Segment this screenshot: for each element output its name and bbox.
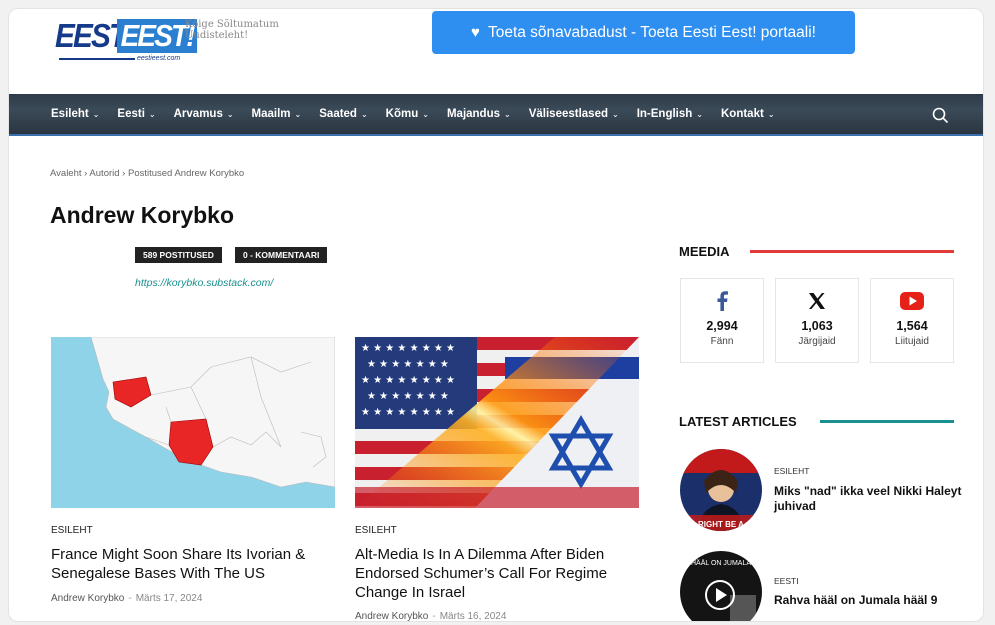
author-website-link[interactable]: https://korybko.substack.com/ (135, 277, 273, 289)
svg-text:★ ★ ★ ★ ★ ★ ★ ★: ★ ★ ★ ★ ★ ★ ★ ★ (361, 375, 455, 386)
nav-label: Arvamus (173, 108, 223, 120)
nav-item-kontakt[interactable]: Kontakt ⌄ (721, 108, 775, 120)
post-date: Märts 16, 2024 (439, 611, 507, 622)
chevron-down-icon: ⌄ (294, 109, 302, 119)
nav-item-arvamus[interactable]: Arvamus ⌄ (174, 108, 234, 120)
nav-label: Majandus (446, 108, 501, 120)
nav-item-valiseestlased[interactable]: Väliseestlased ⌄ (529, 108, 619, 120)
post-meta: Andrew Korybko - Märts 17, 2024 (51, 593, 202, 604)
svg-text:★ ★ ★ ★ ★ ★ ★: ★ ★ ★ ★ ★ ★ ★ (367, 391, 449, 402)
social-x[interactable]: 1,063 Järgijaid (775, 278, 859, 363)
post-category[interactable]: ESILEHT (355, 525, 397, 536)
post-date: Märts 17, 2024 (135, 593, 203, 604)
chevron-down-icon: ⌄ (504, 109, 511, 119)
chevron-down-icon: ⌄ (696, 109, 703, 119)
nav-item-eesti[interactable]: Eesti ⌄ (117, 108, 155, 120)
social-youtube[interactable]: 1,564 Liitujaid (870, 278, 954, 363)
post-thumbnail-map[interactable] (51, 337, 335, 508)
heart-icon: ♥ (471, 24, 480, 41)
svg-text:★ ★ ★ ★ ★ ★ ★: ★ ★ ★ ★ ★ ★ ★ (367, 359, 449, 370)
article-thumbnail-video[interactable]: HÄÄL ON JUMALA (680, 551, 762, 621)
breadcrumb[interactable]: Avaleht › Autorid › Postitused Andrew Ko… (50, 168, 244, 179)
thumb-caption: HÄÄL ON JUMALA (691, 559, 751, 567)
youtube-count: 1,564 (896, 319, 928, 333)
nav-item-maailm[interactable]: Maailm ⌄ (252, 108, 302, 120)
nav-label: Esileht (51, 108, 89, 120)
nav-label: Saated (319, 108, 357, 120)
x-count: 1,063 (801, 319, 833, 333)
posts-count-badge: 589 POSTITUSED (135, 247, 222, 263)
chevron-down-icon: ⌄ (422, 109, 429, 119)
post-title[interactable]: France Might Soon Share Its Ivorian & Se… (51, 545, 331, 583)
nav-label: In-English (636, 108, 693, 120)
chevron-down-icon: ⌄ (148, 109, 156, 119)
article-thumbnail[interactable]: RIGHT BE A (680, 449, 762, 531)
chevron-down-icon: ⌄ (92, 109, 100, 119)
video-thumbnail-image: HÄÄL ON JUMALA (680, 551, 762, 621)
donate-label: Toeta sõnavabadust - Toeta Eesti Eest! p… (487, 23, 816, 41)
nav-label: Maailm (251, 108, 291, 120)
post-category[interactable]: ESILEHT (51, 525, 93, 536)
article-title[interactable]: Miks "nad" ikka veel Nikki Haleyt juhiva… (774, 484, 964, 514)
facebook-icon (681, 289, 763, 313)
chevron-down-icon: ⌄ (226, 109, 234, 119)
main-nav: Esileht ⌄ Eesti ⌄ Arvamus ⌄ Maailm ⌄ Saated ⌄… (9, 94, 983, 136)
article-thumbnail-image: RIGHT BE A (680, 449, 762, 531)
media-heading: MEEDIA (679, 244, 730, 259)
post-title[interactable]: Alt-Media Is In A Dilemma After Biden En… (355, 545, 635, 602)
article-title[interactable]: Rahva hääl on Jumala hääl 9 (774, 593, 964, 608)
nav-label: Väliseestlased (528, 108, 608, 120)
facebook-label: Fänn (710, 336, 734, 347)
nav-label: Kõmu (385, 108, 419, 120)
search-icon[interactable] (931, 106, 949, 124)
post-author[interactable]: Andrew Korybko (51, 593, 124, 604)
svg-text:★ ★ ★ ★ ★ ★ ★ ★: ★ ★ ★ ★ ★ ★ ★ ★ (361, 343, 455, 354)
post-author[interactable]: Andrew Korybko (355, 611, 428, 621)
x-label: Järgijaid (798, 336, 836, 347)
logo-underline (59, 58, 135, 60)
site-logo[interactable]: EESTi EEST! Kõige Sõltumatum Uudisteleht… (55, 15, 295, 71)
west-africa-map-image (51, 337, 335, 508)
youtube-icon (871, 289, 953, 313)
nav-label: Kontakt (721, 108, 764, 120)
svg-text:★ ★ ★ ★ ★ ★ ★ ★: ★ ★ ★ ★ ★ ★ ★ ★ (361, 407, 455, 418)
article-category[interactable]: ESILEHT (774, 466, 809, 476)
logo-url: eestieest.com (137, 55, 181, 62)
nav-item-majandus[interactable]: Majandus ⌄ (447, 108, 511, 120)
article-category[interactable]: EESTI (774, 576, 799, 586)
page-title: Andrew Korybko (50, 202, 235, 228)
separator: - (432, 611, 436, 622)
latest-articles-rule (820, 420, 954, 423)
post-thumbnail-flags[interactable]: ★ ★ ★ ★ ★ ★ ★ ★ ★ ★ ★ ★ ★ ★ ★ ★ ★ ★ ★ ★ … (355, 337, 639, 508)
latest-articles-heading: LATEST ARTICLES (679, 414, 797, 429)
facebook-count: 2,994 (706, 319, 738, 333)
nav-item-komu[interactable]: Kõmu ⌄ (386, 108, 429, 120)
nav-label: Eesti (117, 108, 145, 120)
donate-button[interactable]: ♥ Toeta sõnavabadust - Toeta Eesti Eest!… (432, 11, 855, 54)
chevron-down-icon: ⌄ (612, 109, 619, 119)
nav-item-saated[interactable]: Saated ⌄ (319, 108, 367, 120)
chevron-down-icon: ⌄ (360, 109, 368, 119)
thumb-caption: RIGHT BE A (698, 520, 744, 529)
post-meta: Andrew Korybko - Märts 16, 2024 (355, 611, 507, 622)
social-facebook[interactable]: 2,994 Fänn (680, 278, 764, 363)
browser-frame: EESTi EEST! Kõige Sõltumatum Uudisteleht… (8, 8, 984, 622)
media-heading-rule (750, 250, 954, 253)
nav-item-in-english[interactable]: In-English ⌄ (637, 108, 703, 120)
comments-count-badge: 0 - KOMMENTAARI (235, 247, 328, 263)
logo-tagline: Kõige Sõltumatum Uudisteleht! (185, 19, 279, 41)
chevron-down-icon: ⌄ (767, 109, 775, 119)
flags-image: ★ ★ ★ ★ ★ ★ ★ ★ ★ ★ ★ ★ ★ ★ ★ ★ ★ ★ ★ ★ … (355, 337, 639, 508)
x-icon (776, 289, 858, 313)
separator: - (128, 593, 132, 604)
nav-item-esileht[interactable]: Esileht ⌄ (51, 108, 99, 120)
youtube-label: Liitujaid (895, 336, 929, 347)
